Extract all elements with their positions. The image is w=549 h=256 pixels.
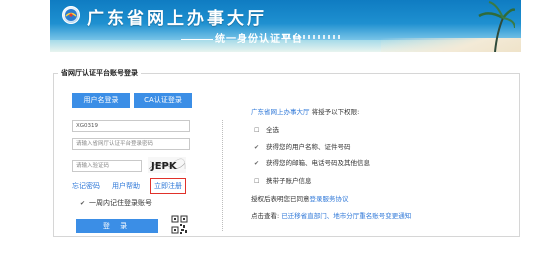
login-button[interactable]: 登 录 <box>76 219 158 233</box>
palm-tree-icon <box>478 1 515 52</box>
remember-label: 一周内记住登录账号 <box>89 199 153 207</box>
tab-ca-login[interactable]: CA认证登录 <box>134 93 192 108</box>
qr-code-icon[interactable] <box>171 215 188 235</box>
authorization-heading: 广东省网上办事大厅 将授予以下权限: <box>251 106 359 116</box>
auth-brand[interactable]: 广东省网上办事大厅 <box>251 108 310 116</box>
checkbox-checked-icon[interactable]: ✔ <box>80 200 85 207</box>
forgot-password-link[interactable]: 忘记密码 <box>72 181 100 191</box>
checkbox-unchecked-icon[interactable]: ☐ <box>254 127 262 134</box>
permission-sub-accounts[interactable]: ☐ 携带子账户信息 <box>254 175 312 185</box>
panel-title: 省网厅认证平台账号登录 <box>58 68 141 78</box>
captcha-input[interactable]: 请输入验证码 <box>72 160 142 172</box>
header-banner: 广东省网上办事大厅 统一身份认证平台 <box>50 0 521 52</box>
notice-line: 点击查看: 已迁移省直部门、地市分厅重名账号变更通知 <box>251 212 412 220</box>
permission-username-id[interactable]: ✔ 获得您的用户名称、证件号码 <box>254 141 351 151</box>
column-divider <box>222 120 223 231</box>
password-input[interactable]: 请输入省网厅认证平台登录密码 <box>72 138 190 150</box>
site-title: 广东省网上办事大厅 <box>87 9 267 29</box>
captcha-text: JEPK <box>150 161 178 172</box>
checkbox-unchecked-icon[interactable]: ☐ <box>254 178 262 185</box>
checkbox-checked-icon[interactable]: ✔ <box>254 160 262 167</box>
remember-me[interactable]: ✔ 一周内记住登录账号 <box>80 198 152 208</box>
banner-dots <box>283 35 341 39</box>
tab-username-login[interactable]: 用户名登录 <box>72 93 130 108</box>
user-help-link[interactable]: 用户帮助 <box>112 181 140 191</box>
checkbox-checked-icon[interactable]: ✔ <box>254 144 262 151</box>
migration-notice-link[interactable]: 已迁移省直部门、地市分厅重名账号变更通知 <box>281 212 411 220</box>
terms-line: 授权后表明您已同意登录服务协议 <box>251 195 349 203</box>
register-link[interactable]: 立即注册 <box>150 178 186 194</box>
permission-email-phone[interactable]: ✔ 获得您的邮箱、电话号码及其他信息 <box>254 157 370 167</box>
service-agreement-link[interactable]: 登录服务协议 <box>310 195 349 203</box>
username-input[interactable]: XG0319 <box>72 120 190 132</box>
emblem-icon <box>62 6 80 24</box>
auth-suffix: 将授予以下权限: <box>311 108 360 116</box>
captcha-image[interactable]: JEPK <box>148 157 186 173</box>
permission-select-all[interactable]: ☐ 全选 <box>254 124 279 134</box>
